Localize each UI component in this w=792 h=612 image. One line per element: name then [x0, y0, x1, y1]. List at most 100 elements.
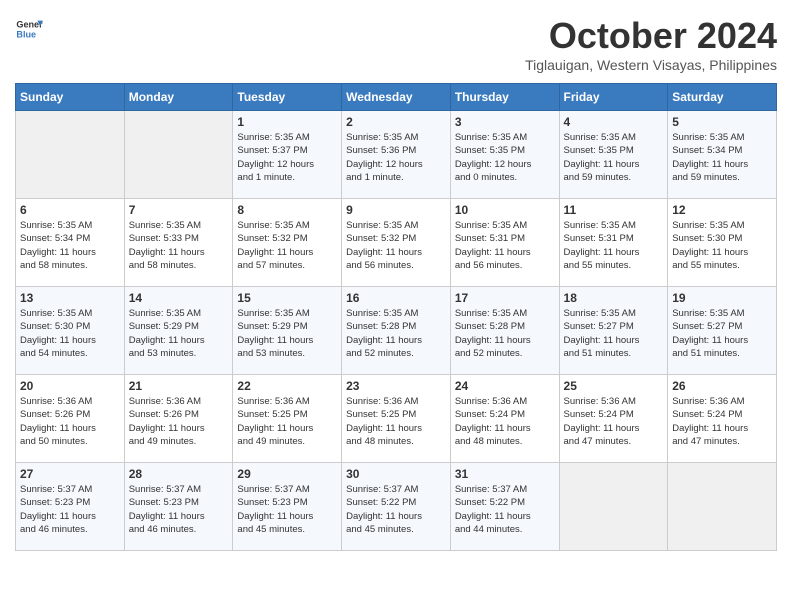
day-info: Sunrise: 5:35 AM Sunset: 5:32 PM Dayligh… [237, 219, 337, 272]
day-number: 7 [129, 203, 229, 217]
day-cell: 25Sunrise: 5:36 AM Sunset: 5:24 PM Dayli… [559, 375, 668, 463]
day-number: 8 [237, 203, 337, 217]
day-cell [559, 463, 668, 551]
day-cell: 6 Sunrise: 5:35 AM Sunset: 5:34 PM Daylig… [16, 199, 125, 287]
day-info: Sunrise: 5:35 AM Sunset: 5:28 PM Dayligh… [346, 307, 446, 360]
day-number: 14 [129, 291, 229, 305]
day-cell: 26 Sunrise: 5:36 AM Sunset: 5:24 PM Dayli… [668, 375, 777, 463]
day-info: Sunrise: 5:35 AM Sunset: 5:35 PM Dayligh… [564, 131, 664, 184]
day-number: 17 [455, 291, 555, 305]
day-info: Sunrise: 5:35 AM Sunset: 5:30 PM Dayligh… [672, 219, 772, 272]
week-row-4: 27 Sunrise: 5:37 AM Sunset: 5:23 PM Dayli… [16, 463, 777, 551]
header-cell-friday: Friday [559, 84, 668, 111]
day-cell: 11 Sunrise: 5:35 AM Sunset: 5:31 PM Dayli… [559, 199, 668, 287]
day-info: Sunrise: 5:37 AM Sunset: 5:22 PM Dayligh… [346, 483, 446, 536]
day-cell: 9Sunrise: 5:35 AM Sunset: 5:32 PM Daylig… [342, 199, 451, 287]
day-info: Sunrise: 5:37 AM Sunset: 5:23 PM Dayligh… [129, 483, 229, 536]
day-info: Sunrise: 5:37 AM Sunset: 5:23 PM Dayligh… [20, 483, 120, 536]
day-cell: 8 Sunrise: 5:35 AM Sunset: 5:32 PM Daylig… [233, 199, 342, 287]
header-cell-saturday: Saturday [668, 84, 777, 111]
day-info: Sunrise: 5:35 AM Sunset: 5:31 PM Dayligh… [455, 219, 555, 272]
day-number: 22 [237, 379, 337, 393]
day-cell: 4 Sunrise: 5:35 AM Sunset: 5:35 PM Daylig… [559, 111, 668, 199]
logo-icon: General Blue [15, 15, 43, 43]
day-number: 20 [20, 379, 120, 393]
day-info: Sunrise: 5:35 AM Sunset: 5:27 PM Dayligh… [672, 307, 772, 360]
day-number: 30 [346, 467, 446, 481]
day-info: Sunrise: 5:35 AM Sunset: 5:34 PM Dayligh… [672, 131, 772, 184]
day-number: 16 [346, 291, 446, 305]
day-info: Sunrise: 5:37 AM Sunset: 5:22 PM Dayligh… [455, 483, 555, 536]
week-row-2: 13 Sunrise: 5:35 AM Sunset: 5:30 PM Dayli… [16, 287, 777, 375]
week-row-1: 6 Sunrise: 5:35 AM Sunset: 5:34 PM Daylig… [16, 199, 777, 287]
day-info: Sunrise: 5:35 AM Sunset: 5:28 PM Dayligh… [455, 307, 555, 360]
day-cell: 15Sunrise: 5:35 AM Sunset: 5:29 PM Dayli… [233, 287, 342, 375]
day-cell [124, 111, 233, 199]
day-info: Sunrise: 5:37 AM Sunset: 5:23 PM Dayligh… [237, 483, 337, 536]
day-cell: 28 Sunrise: 5:37 AM Sunset: 5:23 PM Dayli… [124, 463, 233, 551]
day-info: Sunrise: 5:35 AM Sunset: 5:30 PM Dayligh… [20, 307, 120, 360]
calendar-body: 1 Sunrise: 5:35 AM Sunset: 5:37 PM Daylig… [16, 111, 777, 551]
day-number: 11 [564, 203, 664, 217]
day-cell: 2Sunrise: 5:35 AM Sunset: 5:36 PM Daylig… [342, 111, 451, 199]
day-number: 29 [237, 467, 337, 481]
day-number: 3 [455, 115, 555, 129]
day-cell: 16 Sunrise: 5:35 AM Sunset: 5:28 PM Dayli… [342, 287, 451, 375]
day-number: 31 [455, 467, 555, 481]
day-cell: 22 Sunrise: 5:36 AM Sunset: 5:25 PM Dayli… [233, 375, 342, 463]
svg-text:Blue: Blue [16, 29, 36, 39]
day-cell: 5 Sunrise: 5:35 AM Sunset: 5:34 PM Daylig… [668, 111, 777, 199]
subtitle: Tiglauigan, Western Visayas, Philippines [525, 57, 777, 73]
day-number: 13 [20, 291, 120, 305]
day-cell: 17 Sunrise: 5:35 AM Sunset: 5:28 PM Dayli… [450, 287, 559, 375]
day-number: 6 [20, 203, 120, 217]
day-number: 12 [672, 203, 772, 217]
day-cell: 3Sunrise: 5:35 AM Sunset: 5:35 PM Daylig… [450, 111, 559, 199]
day-info: Sunrise: 5:35 AM Sunset: 5:33 PM Dayligh… [129, 219, 229, 272]
day-info: Sunrise: 5:35 AM Sunset: 5:37 PM Dayligh… [237, 131, 337, 184]
header-cell-tuesday: Tuesday [233, 84, 342, 111]
day-number: 10 [455, 203, 555, 217]
day-info: Sunrise: 5:35 AM Sunset: 5:31 PM Dayligh… [564, 219, 664, 272]
day-cell: 31 Sunrise: 5:37 AM Sunset: 5:22 PM Dayli… [450, 463, 559, 551]
day-info: Sunrise: 5:35 AM Sunset: 5:29 PM Dayligh… [237, 307, 337, 360]
day-cell: 10 Sunrise: 5:35 AM Sunset: 5:31 PM Dayli… [450, 199, 559, 287]
day-info: Sunrise: 5:36 AM Sunset: 5:25 PM Dayligh… [237, 395, 337, 448]
header-cell-sunday: Sunday [16, 84, 125, 111]
day-cell: 7 Sunrise: 5:35 AM Sunset: 5:33 PM Daylig… [124, 199, 233, 287]
day-number: 19 [672, 291, 772, 305]
header-cell-wednesday: Wednesday [342, 84, 451, 111]
day-info: Sunrise: 5:35 AM Sunset: 5:36 PM Dayligh… [346, 131, 446, 184]
title-block: October 2024 Tiglauigan, Western Visayas… [525, 15, 777, 73]
day-info: Sunrise: 5:36 AM Sunset: 5:26 PM Dayligh… [129, 395, 229, 448]
header-row: SundayMondayTuesdayWednesdayThursdayFrid… [16, 84, 777, 111]
day-number: 27 [20, 467, 120, 481]
header-cell-monday: Monday [124, 84, 233, 111]
day-number: 28 [129, 467, 229, 481]
day-cell: 12 Sunrise: 5:35 AM Sunset: 5:30 PM Dayli… [668, 199, 777, 287]
day-cell [16, 111, 125, 199]
day-info: Sunrise: 5:36 AM Sunset: 5:24 PM Dayligh… [455, 395, 555, 448]
day-cell: 27 Sunrise: 5:37 AM Sunset: 5:23 PM Dayli… [16, 463, 125, 551]
day-number: 18 [564, 291, 664, 305]
day-number: 26 [672, 379, 772, 393]
day-cell: 21 Sunrise: 5:36 AM Sunset: 5:26 PM Dayli… [124, 375, 233, 463]
logo: General Blue [15, 15, 43, 43]
day-cell: 20Sunrise: 5:36 AM Sunset: 5:26 PM Dayli… [16, 375, 125, 463]
day-info: Sunrise: 5:35 AM Sunset: 5:34 PM Dayligh… [20, 219, 120, 272]
month-title: October 2024 [525, 15, 777, 57]
day-number: 24 [455, 379, 555, 393]
day-number: 9 [346, 203, 446, 217]
day-info: Sunrise: 5:36 AM Sunset: 5:24 PM Dayligh… [672, 395, 772, 448]
week-row-3: 20 Sunrise: 5:36 AM Sunset: 5:26 PM Dayli… [16, 375, 777, 463]
day-number: 23 [346, 379, 446, 393]
day-cell: 29 Sunrise: 5:37 AM Sunset: 5:23 PM Dayli… [233, 463, 342, 551]
day-cell: 14 Sunrise: 5:35 AM Sunset: 5:29 PM Dayli… [124, 287, 233, 375]
day-number: 1 [237, 115, 337, 129]
day-info: Sunrise: 5:35 AM Sunset: 5:29 PM Dayligh… [129, 307, 229, 360]
day-number: 4 [564, 115, 664, 129]
day-cell: 23Sunrise: 5:36 AM Sunset: 5:25 PM Dayli… [342, 375, 451, 463]
day-number: 5 [672, 115, 772, 129]
day-number: 21 [129, 379, 229, 393]
day-cell [668, 463, 777, 551]
